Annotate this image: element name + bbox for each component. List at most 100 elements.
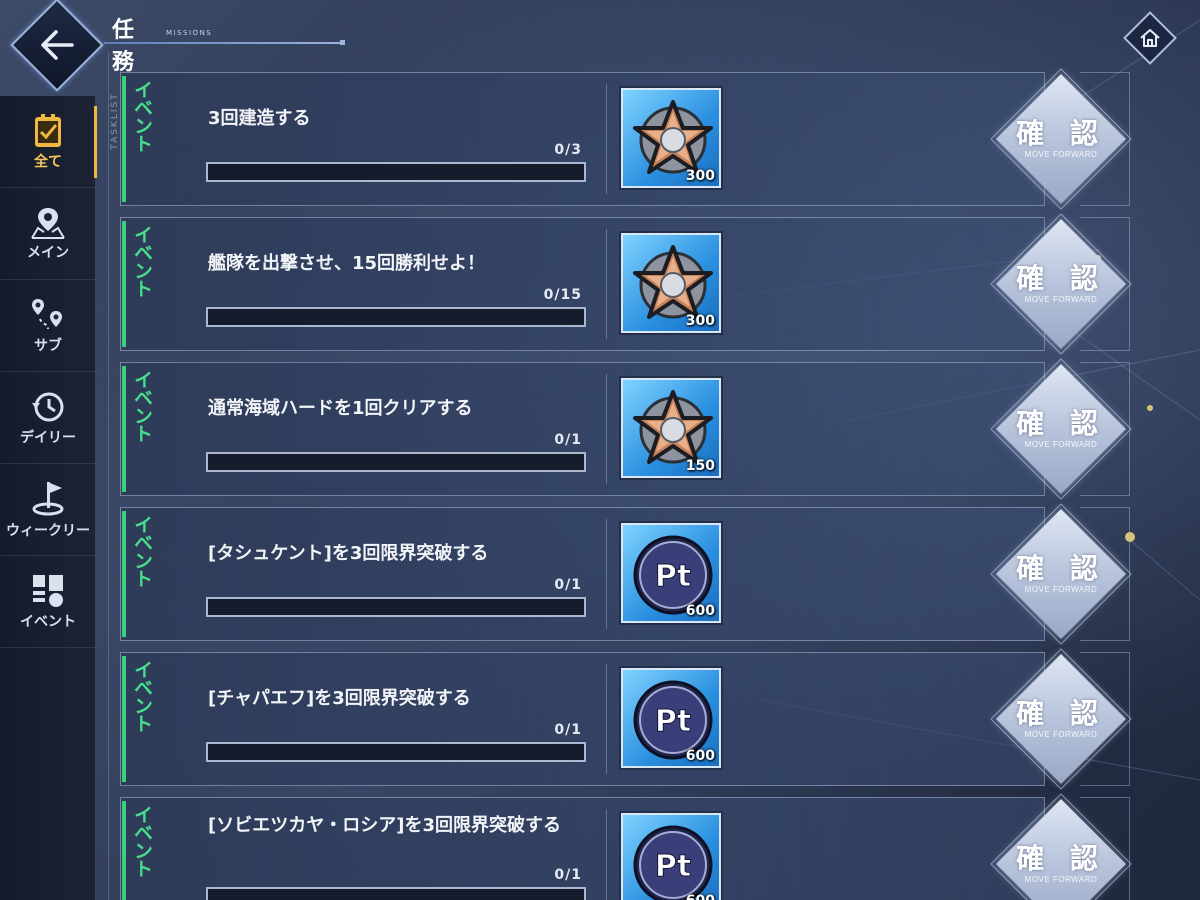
progress-bar bbox=[206, 452, 586, 472]
mission-task: [チャパエフ]を3回限界突破する bbox=[208, 688, 471, 709]
reward-item[interactable]: Pt 600 bbox=[621, 668, 721, 768]
confirm-button-sublabel: MOVE FORWARD bbox=[1024, 875, 1098, 884]
svg-text:Pt: Pt bbox=[655, 704, 691, 739]
category-bar bbox=[122, 366, 126, 492]
svg-text:Pt: Pt bbox=[655, 849, 691, 884]
back-arrow-icon bbox=[41, 30, 74, 60]
header: 任務 MISSIONS bbox=[0, 0, 1200, 92]
mission-task: 艦隊を出撃させ、15回勝利せよ！ bbox=[208, 253, 486, 274]
mission-task: [タシュケント]を3回限界突破する bbox=[208, 543, 489, 564]
mission-category: イベント bbox=[131, 80, 153, 152]
progress-count: 0/1 bbox=[554, 722, 582, 738]
reward-item[interactable]: Pt 600 bbox=[621, 813, 721, 900]
reward-item[interactable]: 300 bbox=[621, 233, 721, 333]
clock-history-icon bbox=[32, 392, 64, 421]
mission-row: イベント [タシュケント]を3回限界突破する 0/1 Pt 600 確 認 MOVE FOR… bbox=[120, 503, 1132, 645]
category-bar bbox=[122, 511, 126, 637]
row-divider bbox=[606, 519, 607, 629]
sidebar-item-label: イベント bbox=[20, 613, 76, 630]
mission-panel bbox=[120, 652, 1045, 786]
category-bar bbox=[122, 221, 126, 347]
mission-category: イベント bbox=[131, 370, 153, 442]
sidebar-item-label: サブ bbox=[34, 337, 62, 354]
confirm-button-label: 確 認 bbox=[1016, 117, 1106, 150]
sidebar-item-label: 全て bbox=[34, 153, 62, 170]
sidebar-item-all[interactable]: 全て bbox=[0, 96, 97, 188]
reward-quantity: 150 bbox=[685, 458, 715, 474]
mission-row: イベント [ソビエツカヤ・ロシア]を3回限界突破する 0/1 Pt 600 確 認MOVE… bbox=[120, 793, 1132, 900]
reward-quantity: 600 bbox=[685, 603, 715, 619]
confirm-button-sublabel: MOVE FORWARD bbox=[1024, 440, 1098, 449]
sidebar-item-label: メイン bbox=[27, 244, 69, 261]
mission-task: 通常海域ハードを1回クリアする bbox=[208, 398, 473, 419]
title-underline bbox=[104, 42, 340, 44]
mission-task: [ソビエツカヤ・ロシア]を3回限界突破する bbox=[208, 815, 561, 836]
progress-bar bbox=[206, 162, 586, 182]
confirm-button-label: 確 認 bbox=[1016, 262, 1106, 295]
mission-panel bbox=[120, 507, 1045, 641]
category-bar bbox=[122, 76, 126, 202]
home-button[interactable] bbox=[1122, 10, 1178, 66]
row-divider bbox=[606, 664, 607, 774]
flag-icon bbox=[32, 481, 64, 515]
progress-count: 0/1 bbox=[554, 577, 582, 593]
mission-category: イベント bbox=[131, 660, 153, 732]
confirm-button-sublabel: MOVE FORWARD bbox=[1024, 585, 1098, 594]
confirm-button[interactable]: 確 認 MOVE FORWARD bbox=[990, 358, 1132, 500]
confirm-button-label: 確 認 bbox=[1016, 552, 1106, 585]
reward-quantity: 600 bbox=[685, 748, 715, 764]
sidebar-item-event[interactable]: イベント bbox=[0, 556, 96, 648]
reward-quantity: 600 bbox=[686, 893, 715, 900]
mission-row: イベント 通常海域ハードを1回クリアする 0/1 150 確 認 MOVE FORWARD bbox=[120, 358, 1132, 500]
confirm-button[interactable]: 確 認 MOVE FORWARD bbox=[990, 213, 1132, 355]
sidebar-item-label: ウィークリー bbox=[6, 522, 90, 539]
pt-coin-icon: Pt bbox=[633, 825, 713, 900]
mission-panel bbox=[120, 72, 1045, 206]
category-bar bbox=[122, 801, 126, 900]
mission-panel bbox=[120, 362, 1045, 496]
progress-bar bbox=[206, 597, 586, 617]
sidebar-item-sub[interactable]: サブ bbox=[0, 280, 96, 372]
confirm-button-label: 確 認 bbox=[1016, 842, 1106, 875]
confirm-button[interactable]: 確 認 MOVE FORWARD bbox=[990, 503, 1132, 645]
back-button[interactable] bbox=[6, 0, 104, 92]
title-underline-dot bbox=[340, 40, 345, 45]
mission-panel bbox=[120, 217, 1045, 351]
sidebar-item-weekly[interactable]: ウィークリー bbox=[0, 464, 96, 556]
confirm-button-sublabel: MOVE FORWARD bbox=[1024, 295, 1098, 304]
confirm-button[interactable]: 確 認 MOVE FORWARD bbox=[990, 648, 1132, 790]
progress-count: 0/1 bbox=[554, 867, 582, 883]
map-pin-icon bbox=[31, 207, 65, 239]
sidebar-item-label: デイリー bbox=[20, 429, 76, 446]
confirm-button-sublabel: MOVE FORWARD bbox=[1024, 150, 1098, 159]
sidebar: 全て メイン サブ デイリー ウィークリー イベント bbox=[0, 96, 97, 900]
tasklist-label-text: TASKLIST bbox=[110, 92, 120, 150]
confirm-button-label: 確 認 bbox=[1016, 407, 1106, 440]
reward-item[interactable]: Pt 600 bbox=[621, 523, 721, 623]
page-subtitle: MISSIONS bbox=[166, 29, 213, 37]
category-bar bbox=[122, 656, 126, 782]
tasklist-label: TASKLIST bbox=[104, 72, 120, 182]
progress-bar bbox=[206, 307, 586, 327]
mission-row: イベント 3回建造する 0/3 300 確 認 MOVE FORWARD bbox=[120, 68, 1132, 210]
progress-bar bbox=[206, 742, 586, 762]
checklist-icon bbox=[35, 113, 61, 147]
mission-category: イベント bbox=[131, 805, 153, 877]
confirm-button[interactable]: 確 認 MOVE FORWARD bbox=[990, 68, 1132, 210]
event-blocks-icon bbox=[33, 574, 63, 607]
reward-item[interactable]: 150 bbox=[621, 378, 721, 478]
reward-quantity: 300 bbox=[685, 168, 715, 184]
progress-count: 0/15 bbox=[543, 287, 582, 303]
confirm-button-sublabel: MOVE FORWARD bbox=[1024, 730, 1098, 739]
row-divider bbox=[606, 229, 607, 339]
reward-item[interactable]: 300 bbox=[621, 88, 721, 188]
svg-text:Pt: Pt bbox=[655, 559, 691, 594]
row-divider bbox=[606, 84, 607, 194]
mission-task: 3回建造する bbox=[208, 108, 311, 129]
sidebar-item-main[interactable]: メイン bbox=[0, 188, 96, 280]
home-icon bbox=[1140, 29, 1160, 47]
progress-count: 0/3 bbox=[554, 142, 582, 158]
confirm-button[interactable]: 確 認 MOVE FORWARD bbox=[990, 793, 1132, 900]
row-divider bbox=[606, 809, 607, 900]
sidebar-item-daily[interactable]: デイリー bbox=[0, 372, 96, 464]
